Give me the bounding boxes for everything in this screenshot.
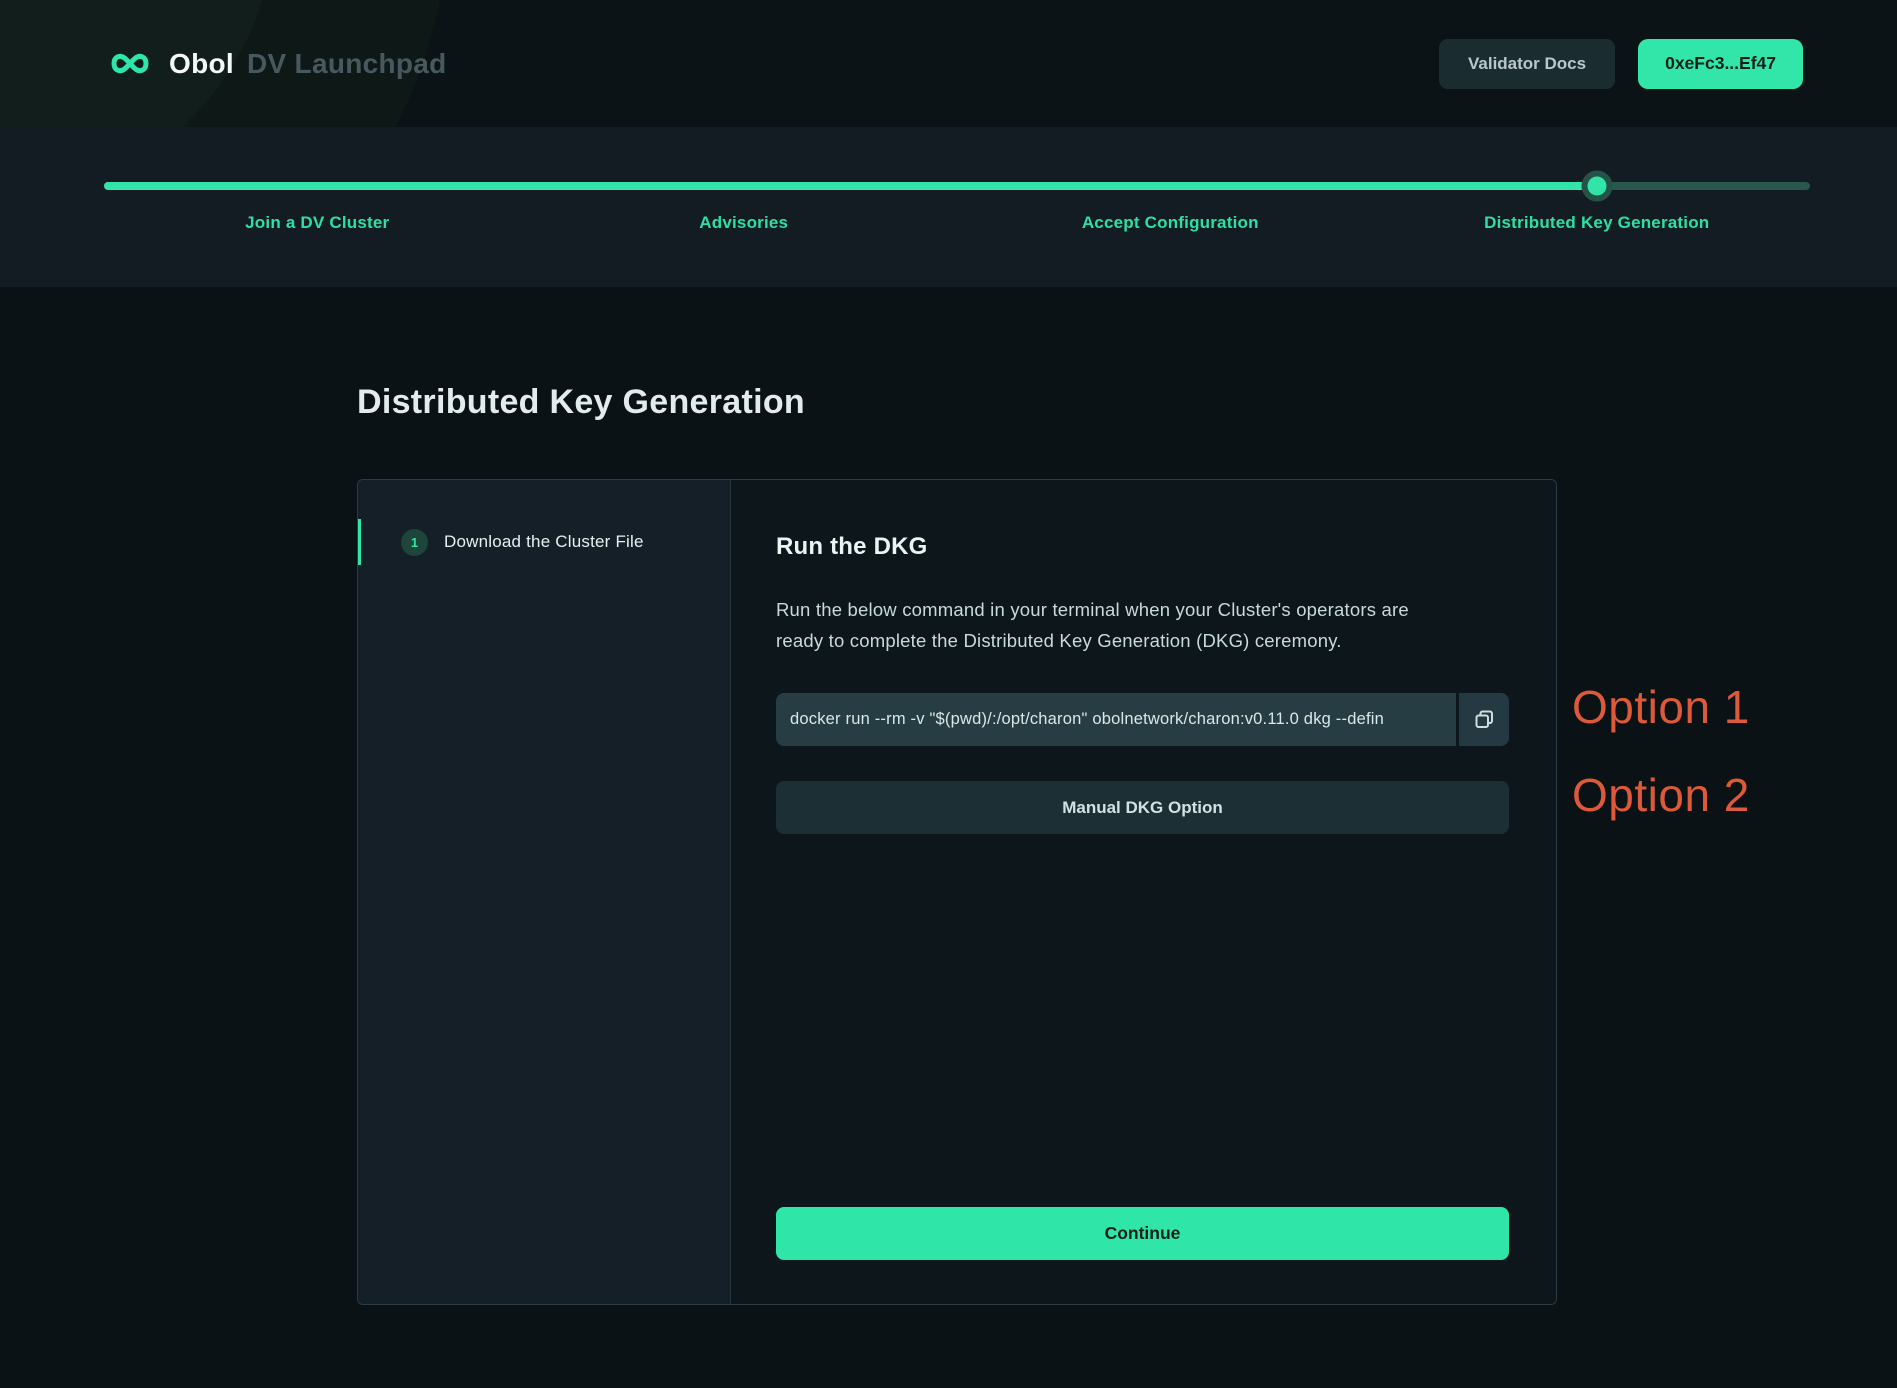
obol-infinity-logo-icon (104, 48, 156, 79)
brand-name: Obol (169, 48, 234, 80)
annotation-option-2: Option 2 (1572, 768, 1750, 822)
page: Obol DV Launchpad Validator Docs 0xeFc3.… (0, 0, 1897, 1388)
annotation-option-1: Option 1 (1572, 680, 1750, 734)
copy-icon (1473, 708, 1496, 731)
brand: Obol DV Launchpad (104, 48, 447, 80)
sidebar-step-label: Download the Cluster File (444, 532, 644, 552)
app-header: Obol DV Launchpad Validator Docs 0xeFc3.… (0, 0, 1897, 127)
active-step-accent-bar (358, 519, 361, 565)
panel-title: Run the DKG (776, 533, 1509, 561)
continue-button[interactable]: Continue (776, 1207, 1509, 1260)
progress-dot (1581, 171, 1612, 202)
step-join-a-dv-cluster: Join a DV Cluster (104, 213, 531, 233)
wallet-address-button[interactable]: 0xeFc3...Ef47 (1638, 39, 1803, 89)
progress-fill (104, 182, 1597, 190)
brand-product: DV Launchpad (247, 48, 447, 80)
step-labels: Join a DV Cluster Advisories Accept Conf… (104, 213, 1810, 233)
panel-description: Run the below command in your terminal w… (776, 594, 1451, 656)
copy-command-button[interactable] (1459, 693, 1509, 746)
page-title: Distributed Key Generation (357, 383, 1897, 422)
card-panel: Run the DKG Run the below command in you… (731, 480, 1556, 1304)
progress-stepper: Join a DV Cluster Advisories Accept Conf… (0, 127, 1897, 287)
dkg-command-field[interactable]: docker run --rm -v "$(pwd)/:/opt/charon"… (776, 693, 1456, 746)
dkg-command-text: docker run --rm -v "$(pwd)/:/opt/charon"… (790, 710, 1384, 729)
main-content: Distributed Key Generation 1 Download th… (0, 383, 1897, 1305)
progress-track (104, 182, 1810, 190)
validator-docs-button[interactable]: Validator Docs (1439, 39, 1615, 89)
card-sidebar: 1 Download the Cluster File (358, 480, 731, 1304)
step-advisories: Advisories (531, 213, 958, 233)
dkg-card: 1 Download the Cluster File Run the DKG … (357, 479, 1557, 1305)
sidebar-step-download-cluster-file: 1 Download the Cluster File (358, 519, 730, 565)
step-distributed-key-generation: Distributed Key Generation (1384, 213, 1811, 233)
step-number-badge: 1 (401, 529, 428, 556)
manual-dkg-option-button[interactable]: Manual DKG Option (776, 781, 1509, 834)
header-actions: Validator Docs 0xeFc3...Ef47 (1439, 39, 1803, 89)
panel-spacer (776, 834, 1509, 1207)
step-accept-configuration: Accept Configuration (957, 213, 1384, 233)
command-row: docker run --rm -v "$(pwd)/:/opt/charon"… (776, 693, 1509, 746)
